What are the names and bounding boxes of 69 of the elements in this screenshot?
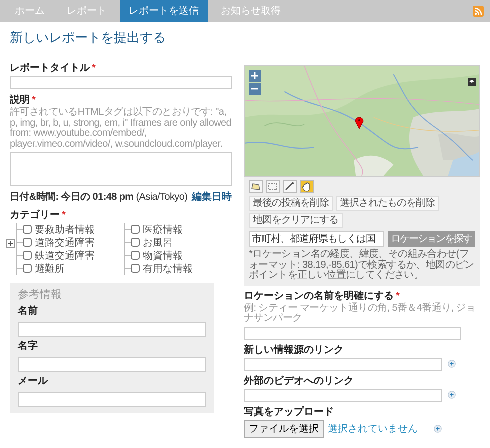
link-input[interactable] [244,388,442,402]
map-tool-button[interactable] [249,180,263,193]
field-hint: 許可されているHTMLタグは以下のとおりです: "a, p, img, br, b, u, strong, em, i" Iframes are only allowed from: www.youtube.com/embed/, player.vimeo.com/video/, w.soundcloud.com/player. [10,108,232,150]
category-checkbox[interactable] [131,251,140,260]
category-label: 避難所 [35,262,65,276]
category-label: 物資情報 [143,250,183,262]
location-name-input[interactable] [244,326,462,340]
map-action-button[interactable]: 地図をクリアにする [249,213,342,228]
category-label: 鉄道交通障害 [35,250,95,262]
location-search-field[interactable]: 市町村、都道府県もしくは国 [249,231,384,247]
field-label: 外部のビデオへのリンク [244,376,355,388]
panel-title: 参考情報 [18,288,63,302]
field-label: 写真をアップロード [244,406,335,418]
category-checkbox[interactable] [23,251,32,260]
file-status: 選択されていません [328,422,418,436]
category-checkbox[interactable] [23,238,32,247]
minus-icon [251,88,259,90]
required-mark: * [62,210,66,221]
page-title: 新しいレポートを提出する [10,29,167,47]
map-tool-button[interactable] [283,180,297,193]
field-label: メール [18,376,50,388]
category-label: 要救助者情報 [35,224,95,236]
title-input[interactable] [10,76,232,89]
category-checkbox[interactable] [131,264,140,273]
nav-tab[interactable]: レポートを送信 [120,0,208,22]
category-label: 医療情報 [143,224,183,236]
field-label: カテゴリー * [10,210,67,222]
field-hint: 例: シティー マーケット通りの角, 5番＆4番通り, ジョナサンパーク [244,304,477,324]
text-input[interactable] [18,357,206,372]
required-mark: * [92,63,96,74]
line-icon [285,182,295,191]
field-label: 新しい情報源のリンク [244,344,345,356]
required-mark: * [32,95,36,106]
category-checkbox[interactable] [23,225,32,234]
category-checkbox[interactable] [131,238,140,247]
category-checkbox[interactable] [131,225,140,234]
expand-icon[interactable] [6,239,15,248]
layers-icon[interactable] [468,78,476,86]
rectangle-icon [268,182,278,190]
category-label: お風呂 [143,236,173,250]
plus-icon [251,72,259,80]
text-input[interactable] [18,322,206,337]
required-mark: * [396,290,400,302]
choose-file-button[interactable]: ファイルを選択 [244,420,324,438]
category-label: 有用な情報 [143,262,193,276]
link-input[interactable] [244,358,442,370]
zoom-in-button[interactable] [249,70,261,82]
edit-date-link[interactable]: 編集日時 [192,190,232,204]
zoom-out-button[interactable] [249,83,261,95]
map-tool-button[interactable] [300,180,314,193]
help-icon[interactable] [434,424,442,432]
rss-icon[interactable] [473,6,484,16]
field-label: 説明 * [10,95,37,106]
field-label: 名字 [18,341,39,353]
field-label: 名前 [18,306,39,318]
text-input[interactable] [18,392,206,407]
category-checkbox[interactable] [23,264,32,273]
help-icon[interactable] [448,360,456,368]
date-time-text: 日付&時間: 今日の 01:48 pm (Asia/Tokyo) [10,190,188,204]
polygon-icon [251,182,261,190]
map-action-button[interactable]: 選択されたものを削除 [336,196,439,211]
category-label: 道路交通障害 [35,236,95,250]
map-hint: *ロケーション名の経度、緯度、その組み合わせ(フォーマット: 38.19,-85.61)で検索するか、地図のピンポイントを正しい位置にしてください。 [249,250,475,282]
hand-icon [302,182,312,192]
map-pin-icon[interactable] [355,116,364,129]
field-label: ロケーションの名前を明確にする * [244,290,401,302]
map-action-button[interactable]: 最後の投稿を削除 [249,196,333,211]
help-icon[interactable] [448,391,456,399]
field-label: レポートタイトル * [10,63,97,75]
